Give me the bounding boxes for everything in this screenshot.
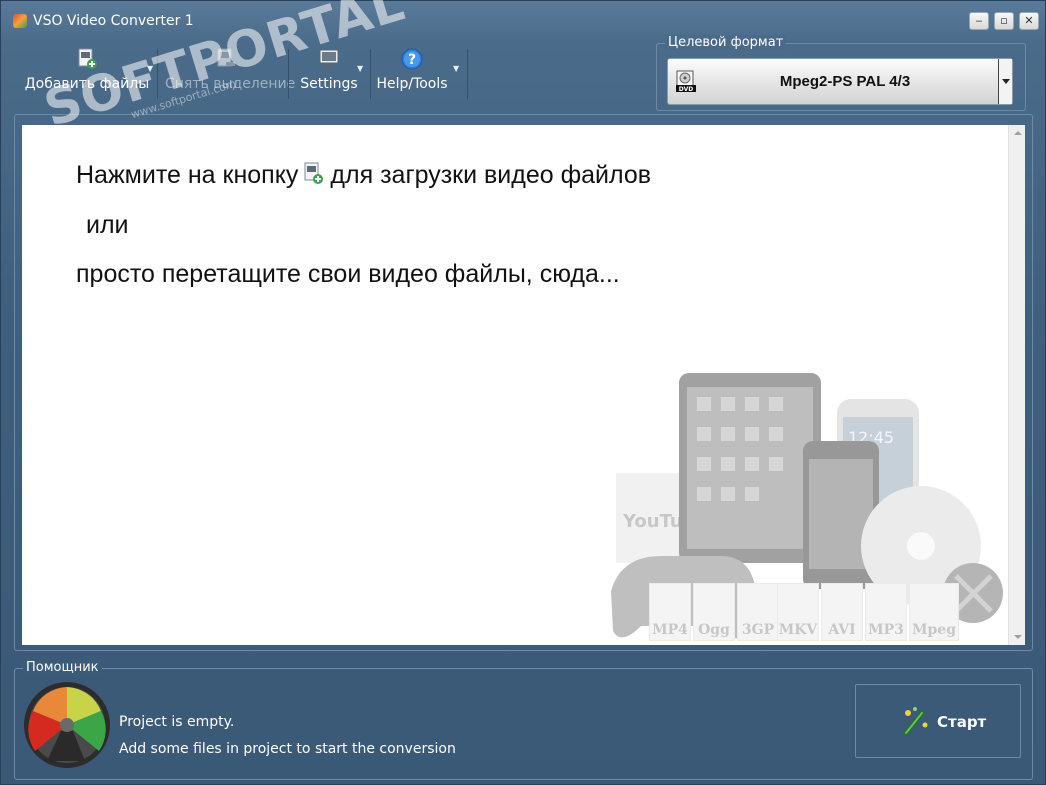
title-bar: VSO Video Converter 1 ‒ ▫ ✕ [1, 1, 1045, 41]
remove-file-icon [217, 48, 235, 67]
assistant-label: Помощник [23, 660, 102, 675]
start-button[interactable]: Старт [855, 684, 1021, 758]
add-files-button[interactable]: Добавить файлы ▼ [21, 46, 153, 100]
add-file-icon [304, 162, 324, 184]
vertical-scrollbar[interactable] [1008, 125, 1025, 645]
app-logo-icon [13, 14, 27, 28]
svg-text:DVD: DVD [679, 86, 694, 93]
dvd-icon: DVD [676, 70, 696, 93]
remove-selection-label: Снять выделение [165, 76, 296, 92]
settings-dropdown-icon[interactable]: ▼ [357, 64, 363, 73]
add-file-icon [78, 48, 97, 69]
target-format-group: Целевой формат DVD Mpeg2-PS PAL 4/3 [656, 35, 1026, 111]
format-tile-3gp: 3GP [737, 583, 779, 641]
start-label: Старт [937, 713, 987, 731]
settings-monitor-icon [319, 49, 339, 68]
maximize-button[interactable]: ▫ [994, 12, 1014, 30]
help-tools-label: Help/Tools [376, 76, 448, 92]
settings-button[interactable]: Settings ▼ [293, 46, 365, 100]
progress-gauge-icon [24, 682, 110, 768]
drop-hint-line2: или [86, 211, 129, 239]
help-icon: ? [401, 48, 423, 70]
help-tools-dropdown-icon[interactable]: ▼ [453, 64, 459, 73]
format-tile-mp3: MP3 [865, 583, 907, 641]
toolbar-separator [370, 49, 371, 99]
help-tools-button[interactable]: ? Help/Tools ▼ [375, 46, 459, 100]
chevron-down-icon[interactable] [998, 59, 1012, 104]
add-files-dropdown-icon[interactable]: ▼ [147, 64, 153, 73]
assistant-panel: Помощник Project is empty. Add some file… [14, 660, 1033, 780]
hint-text-after: для загрузки видео файлов [330, 161, 652, 189]
target-format-select[interactable]: DVD Mpeg2-PS PAL 4/3 [667, 58, 1013, 105]
format-tile-ogg: Ogg [693, 583, 735, 641]
devices-illustration: YouTube 12:45 MP4 Ogg 3GP MKV AVI MP3 Mp… [601, 361, 1011, 646]
remove-selection-button[interactable]: Снять выделение [165, 46, 296, 100]
target-format-value: Mpeg2-PS PAL 4/3 [779, 73, 911, 90]
drop-hint-line1: Нажмите на кнопку для загрузки видео фай… [76, 161, 651, 190]
app-window: VSO Video Converter 1 ‒ ▫ ✕ Добавить фай… [0, 0, 1046, 785]
toolbar-separator [157, 49, 158, 99]
format-tile-mpeg: Mpeg [909, 583, 959, 641]
format-tile-mp4: MP4 [649, 583, 691, 641]
scroll-up-icon[interactable] [1014, 131, 1022, 135]
toolbar-separator [467, 49, 468, 99]
magic-wand-icon [903, 707, 928, 736]
window-title: VSO Video Converter 1 [33, 13, 194, 29]
status-line-1: Project is empty. [119, 714, 235, 730]
add-files-label: Добавить файлы [24, 76, 150, 92]
svg-text:?: ? [408, 52, 416, 68]
target-format-label: Целевой формат [665, 35, 787, 50]
format-tile-mkv: MKV [777, 583, 819, 641]
toolbar-separator [288, 49, 289, 99]
main-toolbar: Добавить файлы ▼ Снять выделение Setting… [15, 41, 655, 101]
status-line-2: Add some files in project to start the c… [119, 741, 456, 757]
format-tile-avi: AVI [821, 583, 863, 641]
minimize-button[interactable]: ‒ [969, 12, 989, 30]
close-button[interactable]: ✕ [1019, 12, 1039, 30]
drop-hint-line3: просто перетащите свои видео файлы, сюда… [76, 260, 620, 288]
settings-label: Settings [300, 76, 358, 92]
hint-text-before: Нажмите на кнопку [76, 161, 299, 189]
scroll-down-icon[interactable] [1014, 635, 1022, 639]
